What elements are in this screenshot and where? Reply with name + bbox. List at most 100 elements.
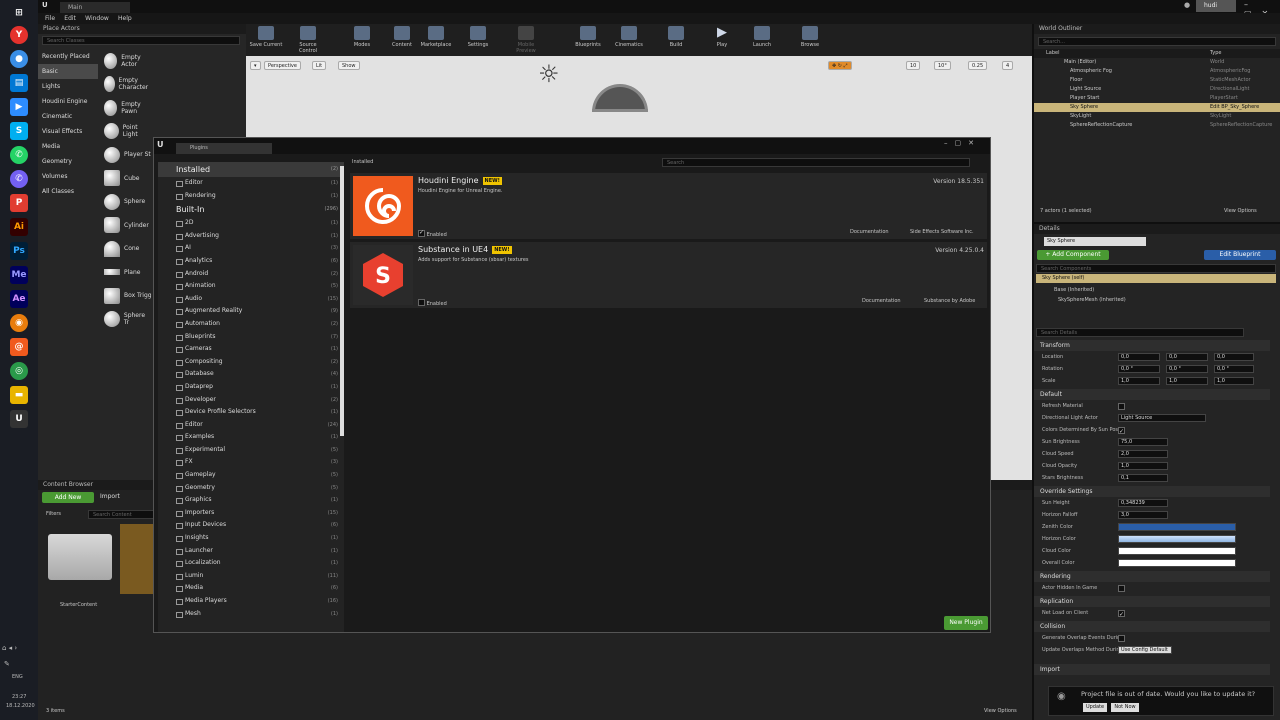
category-recently-placed[interactable]: Recently Placed	[38, 49, 98, 64]
sun-height-input[interactable]: 0,348239	[1118, 499, 1168, 507]
plugin-category-item[interactable]: Compositing (2)	[158, 356, 344, 369]
scale-y[interactable]: 1,0	[1166, 377, 1208, 385]
outliner-row-selected[interactable]: Sky Sphere Edit BP_Sky_Sphere	[1034, 103, 1280, 112]
plugin-category-item[interactable]: Experimental (5)	[158, 444, 344, 457]
plugin-category-item[interactable]: Device Profile Selectors (1)	[158, 406, 344, 419]
plugin-category-item[interactable]: Audio (15)	[158, 293, 344, 306]
source-control-button[interactable]: Source Control	[290, 26, 326, 54]
plugin-category-item[interactable]: FX (3)	[158, 456, 344, 469]
outliner-view-options[interactable]: View Options	[1224, 208, 1257, 214]
plugin-category-item[interactable]: Advertising (1)	[158, 230, 344, 243]
new-plugin-button[interactable]: New Plugin	[944, 616, 988, 630]
camera-speed-value[interactable]: 4	[1002, 61, 1014, 70]
sky-sphere-gizmo[interactable]	[592, 84, 648, 112]
documentation-link[interactable]: Documentation	[862, 298, 901, 304]
column-label[interactable]: Label	[1046, 49, 1060, 58]
plugin-category-item[interactable]: Mesh (1)	[158, 608, 344, 621]
add-component-button[interactable]: + Add Component	[1037, 250, 1109, 260]
menu-file[interactable]: File	[45, 13, 55, 24]
category-basic[interactable]: Basic	[38, 64, 98, 79]
vendor-link[interactable]: Side Effects Software Inc.	[910, 229, 974, 235]
plugin-category-item[interactable]: 2D (1)	[158, 217, 344, 230]
plugin-category-item[interactable]: Analytics (6)	[158, 255, 344, 268]
outliner-row[interactable]: Light Source DirectionalLight	[1034, 85, 1280, 94]
actor-item[interactable]: Cylinder	[100, 214, 152, 238]
enabled-checkbox[interactable]	[418, 229, 425, 237]
app-icon[interactable]: ▤	[10, 74, 28, 92]
section-rendering[interactable]: Rendering	[1034, 571, 1270, 582]
houdini-icon[interactable]: @	[10, 338, 28, 356]
settings-button[interactable]: Settings	[460, 26, 496, 48]
horizon-falloff-input[interactable]: 3,0	[1118, 511, 1168, 519]
plugin-category-item[interactable]: Media (6)	[158, 582, 344, 595]
plugin-category-item[interactable]: Blueprints (7)	[158, 331, 344, 344]
place-actors-tab[interactable]: Place Actors	[38, 24, 246, 34]
category-installed[interactable]: Installed (2)	[158, 162, 344, 177]
plugin-category-item[interactable]: Gameplay (5)	[158, 469, 344, 482]
plugin-enabled[interactable]: Enabled	[418, 298, 447, 307]
plugin-category-item[interactable]: Database (4)	[158, 368, 344, 381]
rotation-x[interactable]: 0,0 °	[1118, 365, 1160, 373]
marketplace-button[interactable]: Marketplace	[418, 26, 454, 48]
category-volumes[interactable]: Volumes	[38, 169, 98, 184]
section-transform[interactable]: Transform	[1034, 340, 1270, 351]
plugin-category-item[interactable]: Localization (1)	[158, 557, 344, 570]
update-overlaps-dropdown[interactable]: Use Config Default	[1118, 646, 1172, 654]
world-outliner-tab[interactable]: World Outliner	[1034, 24, 1280, 34]
not-now-button[interactable]: Not Now	[1111, 703, 1139, 712]
location-y[interactable]: 0,0	[1166, 353, 1208, 361]
horizon-color-swatch[interactable]	[1118, 535, 1236, 543]
media-encoder-icon[interactable]: Me	[10, 266, 28, 284]
scale-snap-value[interactable]: 0.25	[968, 61, 988, 70]
scale-z[interactable]: 1,0	[1214, 377, 1254, 385]
update-button[interactable]: Update	[1083, 703, 1107, 712]
menu-edit[interactable]: Edit	[64, 13, 76, 24]
colors-determined-checkbox[interactable]	[1118, 426, 1125, 438]
location-x[interactable]: 0,0	[1118, 353, 1160, 361]
content-button[interactable]: Content	[384, 26, 420, 48]
play-button[interactable]: ▶ Play	[704, 26, 740, 49]
plugin-category-item[interactable]: Media Players (16)	[158, 595, 344, 608]
outliner-row[interactable]: Atmospheric Fog AtmosphericFog	[1034, 67, 1280, 76]
add-new-button[interactable]: Add New	[42, 492, 94, 503]
grid-snap-value[interactable]: 10	[906, 61, 921, 70]
menu-window[interactable]: Window	[85, 13, 109, 24]
zenith-color-swatch[interactable]	[1118, 523, 1236, 531]
photoshop-icon[interactable]: Ps	[10, 242, 28, 260]
zoom-icon[interactable]: ▶	[10, 98, 28, 116]
save-current-button[interactable]: Save Current	[248, 26, 284, 48]
outliner-search-input[interactable]: Search...	[1038, 37, 1276, 46]
plugin-category-item[interactable]: Automation (2)	[158, 318, 344, 331]
plugin-category-item[interactable]: Input Devices (6)	[158, 519, 344, 532]
plugin-category-item[interactable]: Dataprep (1)	[158, 381, 344, 394]
blender-icon[interactable]: ◉	[10, 314, 28, 332]
category-media[interactable]: Media	[38, 139, 98, 154]
actor-item[interactable]: Empty Character	[100, 73, 152, 97]
section-default[interactable]: Default	[1034, 389, 1270, 400]
plugin-category-item[interactable]: Cameras (1)	[158, 343, 344, 356]
actor-hidden-checkbox[interactable]	[1118, 585, 1125, 592]
skype-icon[interactable]: S	[10, 122, 28, 140]
actor-item[interactable]: Cone	[100, 237, 152, 261]
component-mesh[interactable]: SkySphereMesh (Inherited)	[1058, 297, 1126, 303]
actor-item[interactable]: Plane	[100, 261, 152, 285]
actor-item[interactable]: Sphere	[100, 190, 152, 214]
vendor-link[interactable]: Substance by Adobe	[924, 298, 975, 304]
yandex-browser-icon[interactable]: Y	[10, 26, 28, 44]
perspective-button[interactable]: Perspective	[264, 61, 301, 70]
user-icon[interactable]: ●	[1184, 1, 1190, 9]
section-replication[interactable]: Replication	[1034, 596, 1270, 607]
browse-button[interactable]: Browse	[792, 26, 828, 48]
actor-item[interactable]: Sphere Tr	[100, 308, 152, 332]
column-type[interactable]: Type	[1210, 49, 1221, 58]
edit-blueprint-button[interactable]: Edit Blueprint	[1204, 250, 1276, 260]
blueprints-button[interactable]: Blueprints	[570, 26, 606, 48]
plugins-breadcrumb[interactable]: Installed	[352, 159, 373, 165]
actor-item[interactable]: Cube	[100, 167, 152, 191]
light-source-icon[interactable]: ☼	[538, 60, 560, 88]
lit-button[interactable]: Lit	[312, 61, 327, 70]
category-lights[interactable]: Lights	[38, 79, 98, 94]
component-base[interactable]: Base (Inherited)	[1054, 287, 1094, 293]
search-classes-input[interactable]: Search Classes	[42, 36, 240, 45]
plugin-category-item[interactable]: Animation (5)	[158, 280, 344, 293]
